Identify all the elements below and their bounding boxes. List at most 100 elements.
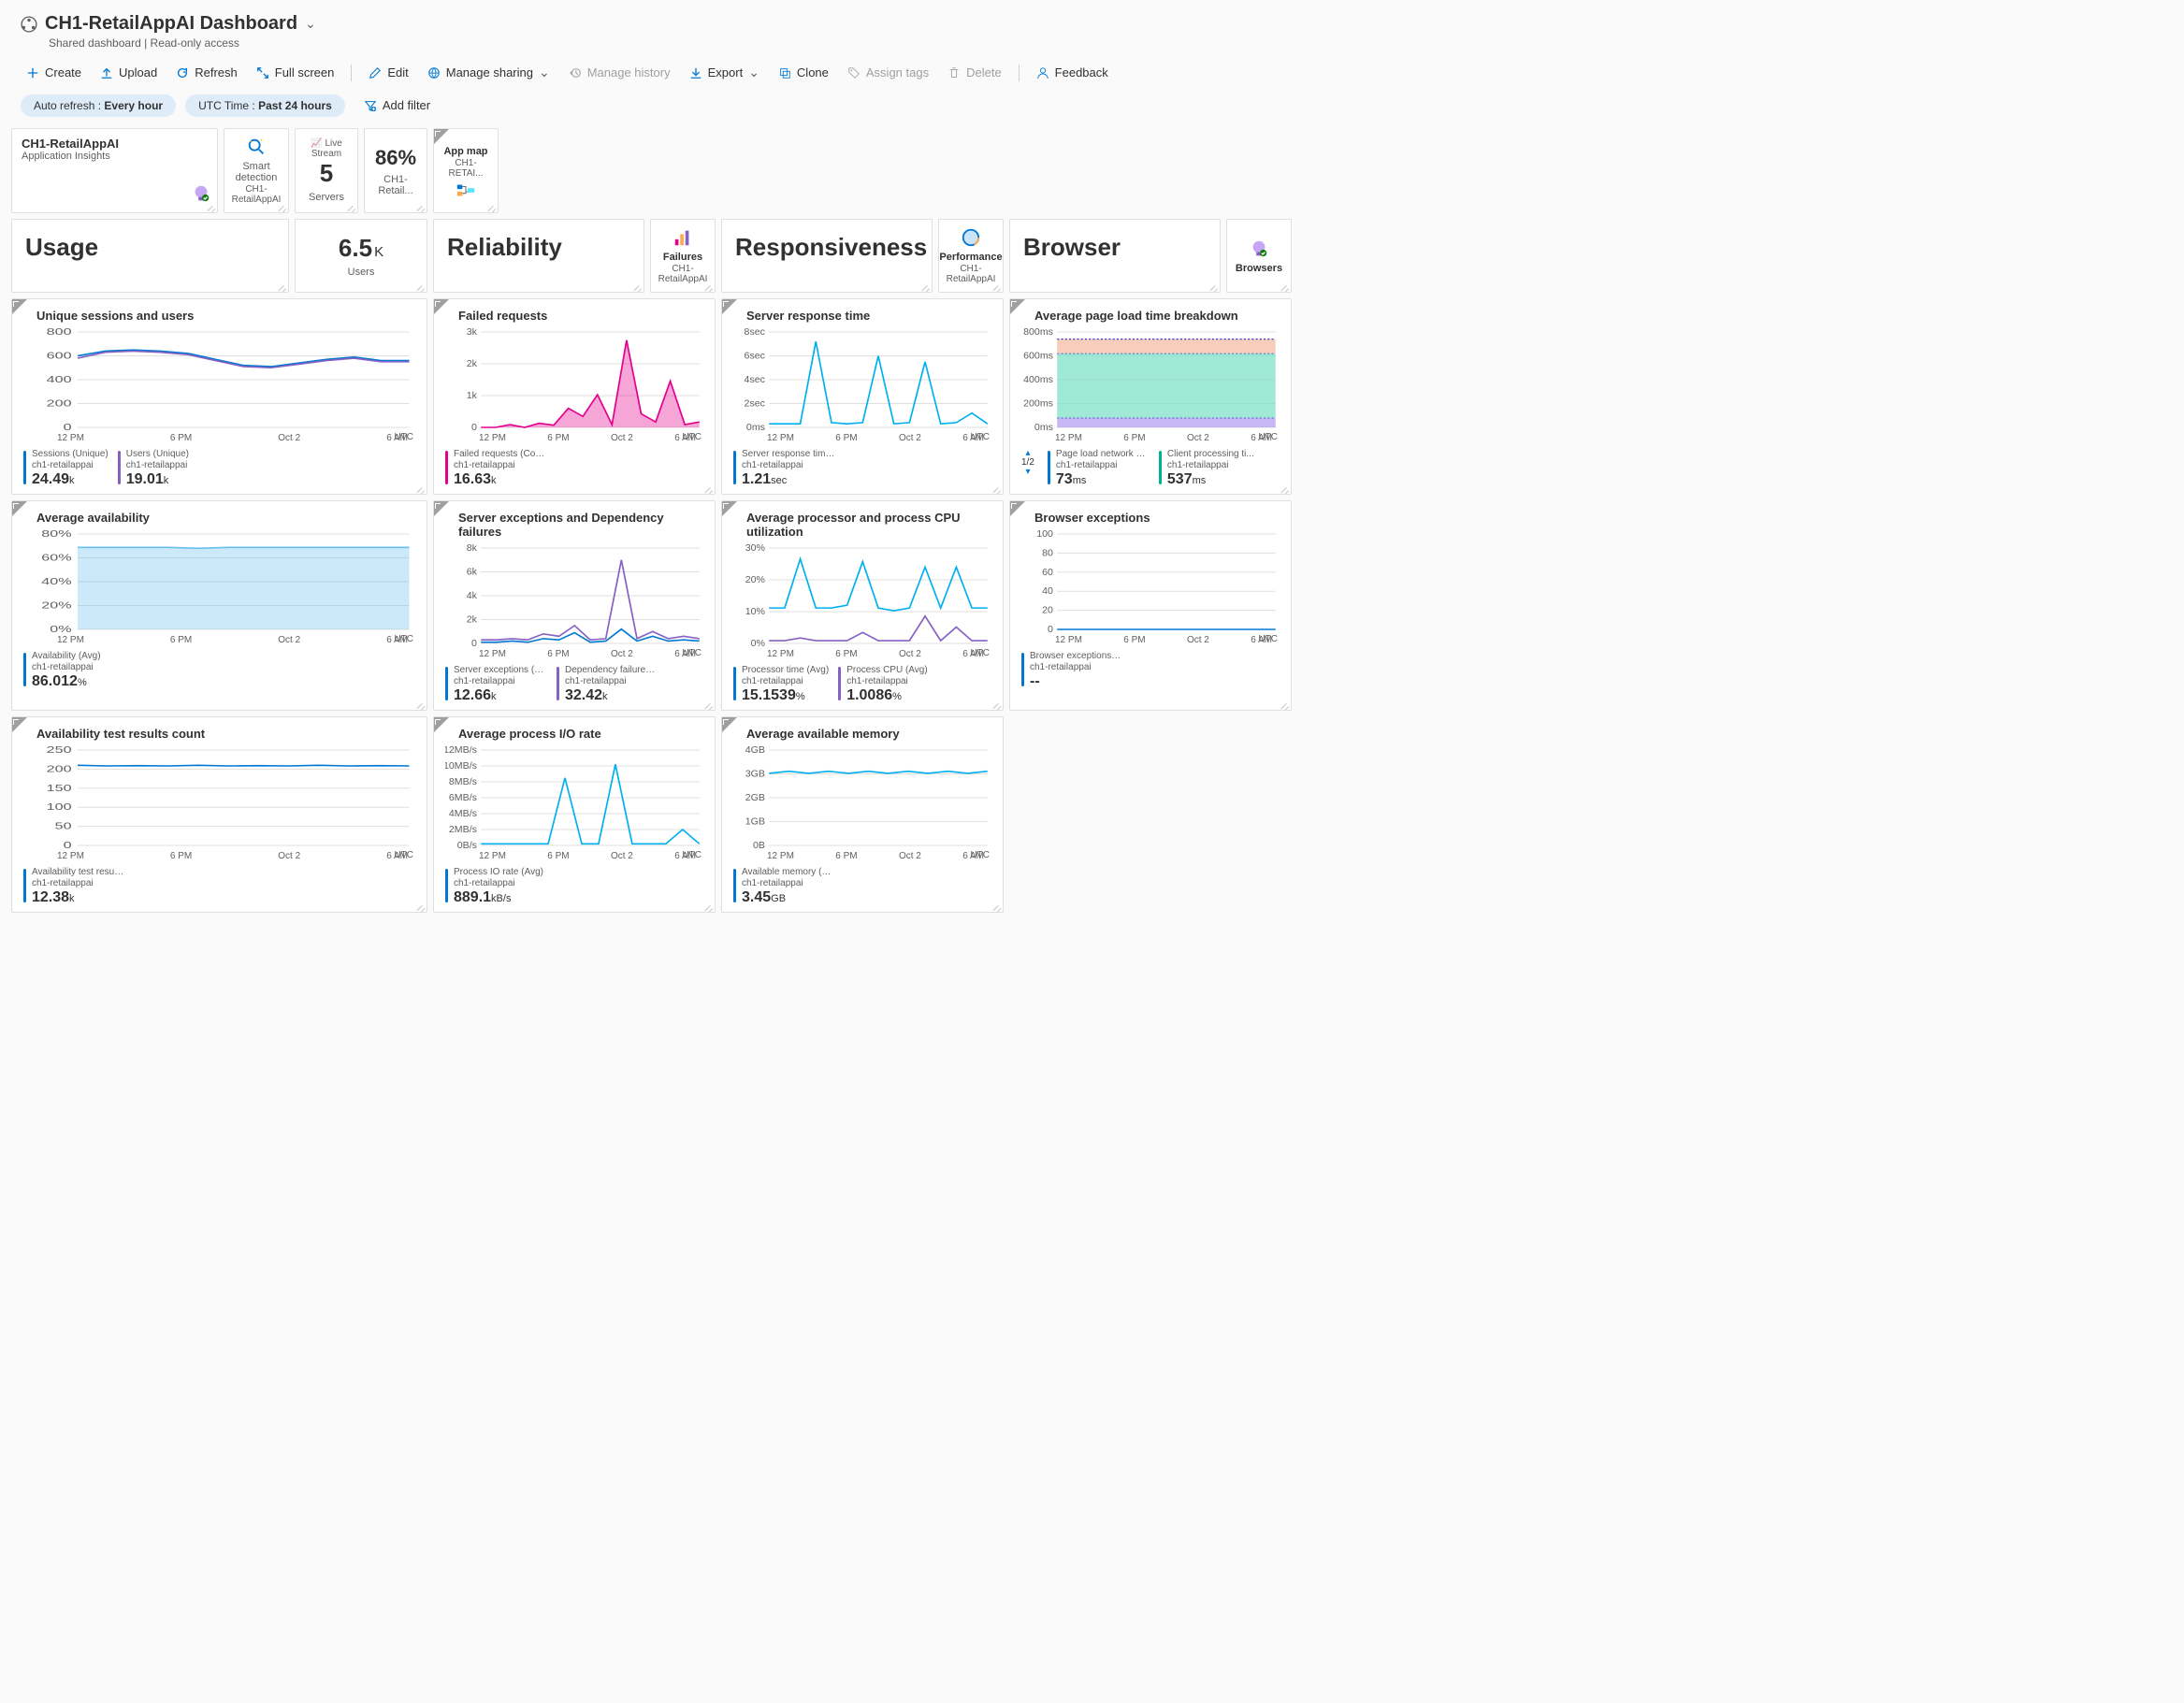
svg-text:60: 60 [1042,568,1053,578]
refresh-button[interactable]: Refresh [168,62,245,83]
svg-text:3k: 3k [467,328,478,338]
performance-tile[interactable]: Performance CH1-RetailAppAI [938,219,1004,293]
smart-detection-tile[interactable]: Smart detection CH1-RetailAppAI [224,128,289,213]
fullscreen-button[interactable]: Full screen [249,62,342,83]
svg-text:20: 20 [1042,606,1053,616]
chart-title: Availability test results count [23,727,415,741]
failed-requests-chart-tile[interactable]: Failed requests01k2k3k12 PM6 PMOct 26 AM… [433,298,716,495]
response-time-chart-tile[interactable]: Server response time0ms2sec4sec6sec8sec1… [721,298,1004,495]
legend-item[interactable]: Server exceptions (C...ch1-retailappai 1… [445,665,547,704]
svg-text:10MB/s: 10MB/s [445,761,477,772]
legend-item[interactable]: Sessions (Unique)ch1-retailappai 24.49k [23,449,108,488]
manage-sharing-button[interactable]: Manage sharing⌄ [420,61,557,84]
browser-category-tile[interactable]: Browser [1009,219,1221,293]
legend-item[interactable]: Process IO rate (Avg)ch1-retailappai 889… [445,867,543,906]
svg-text:200: 200 [47,398,72,409]
svg-text:6MB/s: 6MB/s [449,793,477,803]
add-filter-button[interactable]: Add filter [354,94,440,117]
exceptions-chart-tile[interactable]: Server exceptions and Dependency failure… [433,500,716,711]
svg-text:250: 250 [47,746,72,755]
chart-title: Failed requests [445,309,703,323]
person-icon [1036,66,1049,79]
filter-corner-icon [12,501,27,516]
svg-text:600: 600 [47,351,72,361]
responsiveness-category-tile[interactable]: Responsiveness [721,219,933,293]
clone-button[interactable]: Clone [771,62,836,83]
legend-item[interactable]: Server response time (Avg)ch1-retailappa… [733,449,835,488]
chart-title: Average processor and process CPU utiliz… [733,511,991,539]
failures-icon [673,227,693,248]
upload-button[interactable]: Upload [93,62,165,83]
dashboard-title: CH1-RetailAppAI Dashboard [45,13,297,35]
time-range-pill[interactable]: UTC Time : Past 24 hours [185,94,345,117]
svg-text:0%: 0% [50,624,71,633]
legend-item[interactable]: Page load network co...ch1-retailappai 7… [1048,449,1150,488]
svg-text:4k: 4k [467,591,478,601]
share-icon [427,66,441,79]
svg-text:600ms: 600ms [1023,352,1053,362]
page-load-chart-tile[interactable]: Average page load time breakdown0ms200ms… [1009,298,1292,495]
svg-text:200ms: 200ms [1023,399,1053,410]
chart-title: Unique sessions and users [23,309,415,323]
chart-title: Average process I/O rate [445,727,703,741]
svg-text:400: 400 [47,374,72,384]
svg-text:80%: 80% [41,530,71,539]
legend-item[interactable]: Browser exceptions (Count)ch1-retailappa… [1021,651,1123,690]
assign-tags-button: Assign tags [840,62,936,83]
app-map-icon [456,182,476,199]
create-button[interactable]: Create [19,62,89,83]
browser-exceptions-chart-tile[interactable]: Browser exceptions02040608010012 PM6 PMO… [1009,500,1292,711]
legend-item[interactable]: Processor time (Avg)ch1-retailappai 15.1… [733,665,829,704]
svg-text:800: 800 [47,328,72,337]
io-rate-chart-tile[interactable]: Average process I/O rate0B/s2MB/s4MB/s6M… [433,716,716,913]
availability-chart-tile[interactable]: Average availability0%20%40%60%80%12 PM6… [11,500,427,711]
svg-text:2k: 2k [467,359,478,369]
app-insights-tile[interactable]: CH1-RetailAppAI Application Insights [11,128,218,213]
reliability-category-tile[interactable]: Reliability [433,219,644,293]
app-map-tile[interactable]: App map CH1-RETAI... [433,128,499,213]
percent-tile[interactable]: 86% CH1-Retail... [364,128,427,213]
svg-text:8k: 8k [467,544,478,554]
chart-title: Average page load time breakdown [1021,309,1280,323]
svg-text:100: 100 [1036,530,1053,540]
legend-item[interactable]: Process CPU (Avg)ch1-retailappai 1.0086% [838,665,928,704]
chart-title: Average availability [23,511,415,525]
memory-chart-tile[interactable]: Average available memory0B1GB2GB3GB4GB12… [721,716,1004,913]
svg-text:8MB/s: 8MB/s [449,777,477,787]
legend-item[interactable]: Available memory (Avg)ch1-retailappai 3.… [733,867,835,906]
usage-category-tile[interactable]: Usage [11,219,289,293]
legend-item[interactable]: Failed requests (Count)ch1-retailappai 1… [445,449,547,488]
legend-item[interactable]: Availability (Avg)ch1-retailappai 86.012… [23,651,101,690]
legend-pager[interactable]: ▴1/2▾ [1021,449,1034,488]
live-stream-tile[interactable]: 📈 Live Stream 5 Servers [295,128,358,213]
chevron-down-icon[interactable]: ⌄ [305,16,316,32]
legend-item[interactable]: Dependency failures ...ch1-retailappai 3… [557,665,658,704]
feedback-button[interactable]: Feedback [1029,62,1116,83]
availability-tests-chart-tile[interactable]: Availability test results count050100150… [11,716,427,913]
users-tile[interactable]: 6.5K Users [295,219,427,293]
failures-tile[interactable]: Failures CH1-RetailAppAI [650,219,716,293]
sessions-chart-tile[interactable]: Unique sessions and users020040060080012… [11,298,427,495]
legend-item[interactable]: Client processing ti...ch1-retailappai 5… [1159,449,1254,488]
filter-corner-icon [1010,501,1025,516]
legend-item[interactable]: Availability test results count (Count)c… [23,867,125,906]
svg-text:1k: 1k [467,391,478,401]
filter-corner-icon [12,717,27,732]
svg-text:20%: 20% [41,600,71,611]
pencil-icon [369,66,382,79]
svg-text:40%: 40% [41,576,71,586]
legend-item[interactable]: Users (Unique)ch1-retailappai 19.01k [118,449,193,488]
svg-text:40: 40 [1042,586,1053,597]
svg-text:0: 0 [1048,625,1053,633]
svg-text:50: 50 [55,821,72,831]
svg-text:6k: 6k [467,568,478,578]
chevron-down-icon: ⌄ [539,65,550,80]
tag-icon [847,66,861,79]
svg-text:0%: 0% [751,639,765,647]
cpu-chart-tile[interactable]: Average processor and process CPU utiliz… [721,500,1004,711]
browsers-tile[interactable]: Browsers [1226,219,1292,293]
export-button[interactable]: Export⌄ [682,61,767,84]
chart-title: Server response time [733,309,991,323]
auto-refresh-pill[interactable]: Auto refresh : Every hour [21,94,176,117]
edit-button[interactable]: Edit [361,62,415,83]
